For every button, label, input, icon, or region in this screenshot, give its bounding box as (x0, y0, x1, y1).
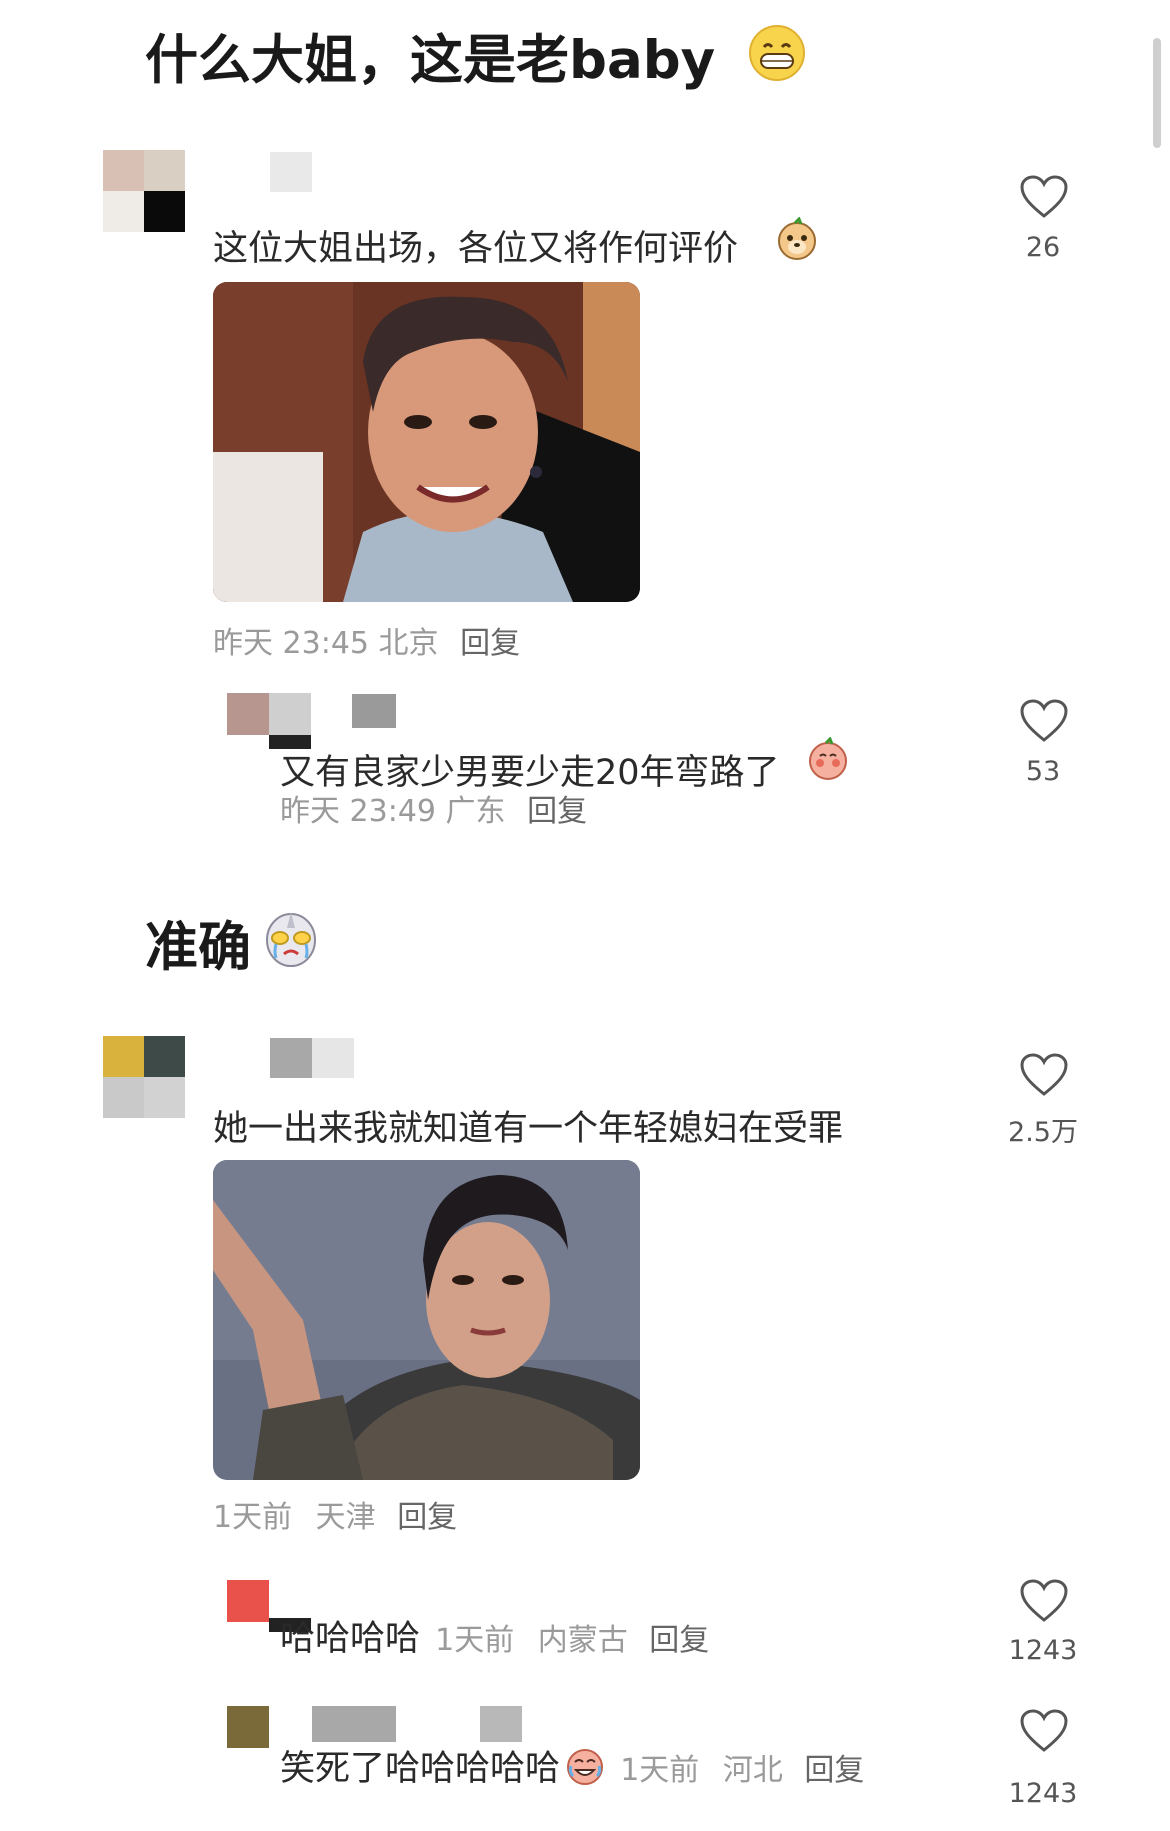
heart-outline-icon[interactable] (1019, 1052, 1069, 1098)
username-redacted[interactable] (312, 1706, 396, 1742)
comment-meta: 1天前 河北 回复 (620, 1753, 864, 1788)
comment-line: 笑死了哈哈哈哈哈 1天前 河北 回复 (280, 1740, 864, 1791)
post-heading-2: 准确 (145, 905, 251, 981)
comment-meta: 昨天 23:45 北京 回复 (213, 618, 520, 662)
scrollbar[interactable] (1153, 38, 1161, 148)
comment-meta: 昨天 23:49 广东 回复 (280, 786, 587, 830)
username-redacted[interactable] (270, 1038, 312, 1078)
like-count: 26 (1025, 232, 1061, 263)
grinning-face-icon (749, 25, 805, 81)
comment-photo[interactable] (213, 1160, 640, 1480)
reply-button[interactable]: 回复 (460, 626, 520, 661)
username-redacted[interactable] (270, 152, 312, 192)
heart-outline-icon[interactable] (1019, 1578, 1069, 1624)
comment-time: 昨天 23:45 (213, 626, 369, 661)
comment-line: 哈哈哈哈 1天前 内蒙古 回复 (280, 1610, 709, 1661)
post-heading-1-text: 什么大姐，这是老baby (145, 30, 716, 91)
like-count: 1243 (1008, 1635, 1078, 1666)
comment-meta: 1天前 天津 回复 (213, 1492, 457, 1536)
like-count: 53 (1025, 756, 1061, 787)
username-redacted[interactable] (312, 1038, 354, 1078)
reply-2: 哈哈哈哈 1天前 内蒙古 回复 1243 (0, 1572, 1170, 1682)
comment-time: 1天前 (435, 1623, 515, 1658)
comment-location: 内蒙古 (537, 1623, 628, 1658)
username-redacted[interactable] (480, 1706, 522, 1742)
comment-text: 这位大姐出场，各位又将作何评价 (213, 229, 739, 269)
comment-meta: 1天前 内蒙古 回复 (435, 1623, 709, 1658)
post-heading-2-text: 准确 (145, 917, 251, 978)
comment-location: 河北 (722, 1753, 783, 1788)
post-heading-1: 什么大姐，这是老baby (145, 18, 715, 94)
heart-outline-icon[interactable] (1019, 698, 1069, 744)
comment-text: 笑死了哈哈哈哈哈 (280, 1749, 561, 1789)
username-redacted[interactable] (352, 694, 396, 728)
shy-peach-icon (809, 737, 847, 780)
reply-button[interactable]: 回复 (397, 1500, 457, 1535)
like-count: 1243 (1008, 1778, 1078, 1809)
dog-face-icon (778, 217, 816, 260)
comment-2: 她一出来我就知道有一个年轻媳妇在受罪 1天前 天津 回复 2.5万 (0, 1030, 1170, 1535)
heart-outline-icon[interactable] (1019, 174, 1069, 220)
avatar[interactable] (103, 150, 185, 232)
comment-location: 天津 (315, 1500, 376, 1535)
heart-outline-icon[interactable] (1019, 1708, 1069, 1754)
reply-3: 笑死了哈哈哈哈哈 1天前 河北 回复 1243 (0, 1702, 1170, 1831)
comment-location: 北京 (378, 626, 439, 661)
comment-location: 广东 (445, 794, 506, 829)
ultraman-crying-icon (266, 912, 316, 967)
avatar[interactable] (103, 1036, 185, 1118)
reply-button[interactable]: 回复 (804, 1753, 864, 1788)
comment-photo[interactable] (213, 282, 640, 602)
reply-1: 又有良家少男要少走20年弯路了 昨天 23:49 广东 回复 53 (0, 690, 1170, 830)
reply-button[interactable]: 回复 (649, 1623, 709, 1658)
comment-time: 1天前 (213, 1500, 293, 1535)
laugh-crying-icon (567, 1749, 604, 1785)
reply-button[interactable]: 回复 (527, 794, 587, 829)
like-count: 2.5万 (1008, 1117, 1078, 1148)
comment-1: 这位大姐出场，各位又将作何评价 昨天 23:45 北京 回复 26 (0, 140, 1170, 661)
comment-time: 昨天 23:49 (280, 794, 436, 829)
comment-text: 哈哈哈哈 (280, 1619, 421, 1659)
avatar[interactable] (227, 1706, 269, 1748)
comment-time: 1天前 (620, 1753, 700, 1788)
comment-text: 她一出来我就知道有一个年轻媳妇在受罪 (213, 1109, 844, 1149)
